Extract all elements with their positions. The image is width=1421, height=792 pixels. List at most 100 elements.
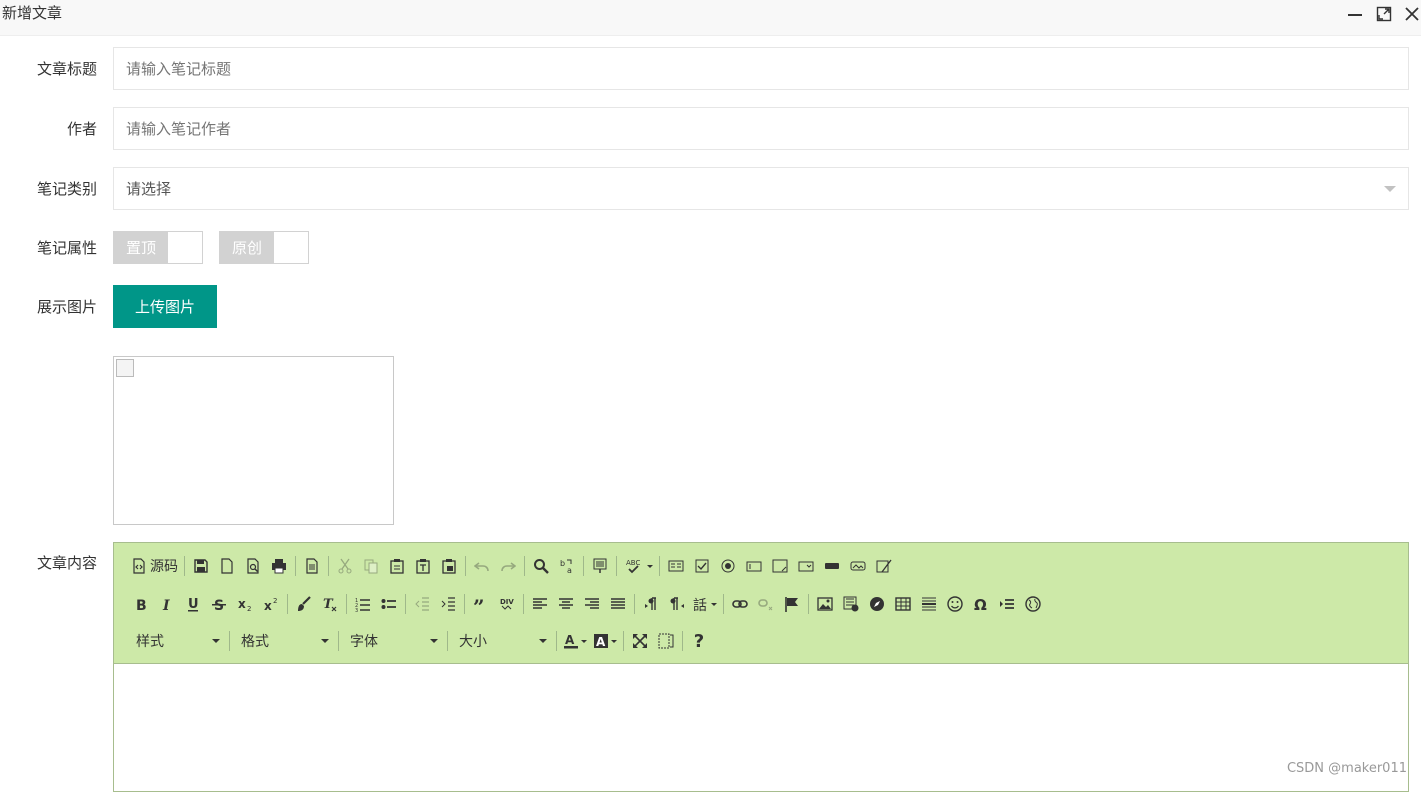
watermark: CSDN @maker011 (1286, 761, 1407, 776)
maximize-editor-button[interactable] (627, 629, 653, 653)
close-button[interactable] (1402, 4, 1421, 24)
unlink-icon (758, 599, 773, 611)
indent-button[interactable] (435, 592, 461, 616)
text-field-button[interactable] (741, 554, 767, 578)
smiley-button[interactable] (942, 592, 968, 616)
templates-button[interactable] (299, 554, 325, 578)
paste-text-button[interactable] (410, 554, 436, 578)
unlink-button[interactable] (753, 592, 779, 616)
chevron-down-icon (647, 564, 653, 568)
svg-text:x: x (264, 599, 272, 612)
align-right-button[interactable] (579, 592, 605, 616)
textarea-button[interactable] (767, 554, 793, 578)
page-break-button[interactable] (994, 592, 1020, 616)
checkbox-button[interactable] (689, 554, 715, 578)
title-input[interactable] (113, 47, 1409, 90)
background-color-button[interactable]: A (590, 629, 620, 653)
ltr-button[interactable] (638, 592, 664, 616)
source-button[interactable]: 源码 (128, 554, 181, 578)
html5-video-button[interactable] (864, 592, 890, 616)
omega-icon: Ω (974, 596, 987, 612)
bulleted-list-button[interactable] (376, 592, 402, 616)
editor-content-area[interactable] (114, 664, 1408, 791)
justify-button[interactable] (605, 592, 631, 616)
new-page-button[interactable] (214, 554, 240, 578)
select-all-button[interactable] (587, 554, 613, 578)
div-container-button[interactable]: DIV (494, 592, 520, 616)
hidden-field-button[interactable] (871, 554, 897, 578)
italic-button[interactable]: I (154, 592, 180, 616)
radio-button[interactable] (715, 554, 741, 578)
minimize-button[interactable] (1345, 4, 1365, 24)
pin-top-switch[interactable]: 置顶 (113, 231, 203, 264)
text-color-button[interactable]: A (560, 629, 590, 653)
author-input[interactable] (113, 107, 1409, 150)
replace-button[interactable]: ba (554, 554, 580, 578)
subscript-button[interactable]: x2 (232, 592, 258, 616)
anchor-button[interactable] (779, 592, 805, 616)
copy-format-button[interactable] (291, 592, 317, 616)
save-button[interactable] (188, 554, 214, 578)
preview-button[interactable] (240, 554, 266, 578)
superscript-button[interactable]: x2 (258, 592, 284, 616)
copy-button[interactable] (358, 554, 384, 578)
outdent-button[interactable] (409, 592, 435, 616)
original-switch-label: 原创 (220, 232, 274, 263)
image-preview (113, 356, 394, 525)
hidden-field-icon (876, 559, 892, 573)
maximize-button[interactable] (1374, 4, 1394, 24)
original-switch[interactable]: 原创 (219, 231, 309, 264)
paste-button[interactable] (384, 554, 410, 578)
size-dropdown[interactable]: 大小 (451, 629, 553, 653)
rtl-button[interactable] (664, 592, 690, 616)
dialog-title: 新增文章 (2, 4, 63, 22)
paste-word-button[interactable] (436, 554, 462, 578)
table-button[interactable] (890, 592, 916, 616)
blockquote-button[interactable]: ” (468, 592, 494, 616)
upload-image-button[interactable]: 上传图片 (113, 285, 217, 328)
spellcheck-button[interactable]: ABC (620, 554, 656, 578)
align-center-button[interactable] (553, 592, 579, 616)
image-button-field-button[interactable] (845, 554, 871, 578)
iframe-button[interactable] (1020, 592, 1046, 616)
horizontal-rule-button[interactable] (916, 592, 942, 616)
about-button[interactable]: ? (686, 629, 712, 653)
find-button[interactable] (528, 554, 554, 578)
select-field-button[interactable] (793, 554, 819, 578)
show-blocks-button[interactable] (653, 629, 679, 653)
align-left-button[interactable] (527, 592, 553, 616)
underline-button[interactable]: U (180, 592, 206, 616)
flash-button[interactable] (838, 592, 864, 616)
bold-button[interactable]: B (128, 592, 154, 616)
styles-dropdown[interactable]: 样式 (128, 629, 226, 653)
editor-toolbar: 源码 ba ABC B I U S x 2 x 2 T 1 2 3 ” DIV … (114, 543, 1408, 664)
language-button[interactable]: 話 (690, 592, 720, 616)
page-break-icon (1000, 599, 1014, 609)
checkbox-icon (695, 559, 709, 573)
undo-button[interactable] (469, 554, 495, 578)
font-dropdown[interactable]: 字体 (342, 629, 444, 653)
svg-text:b: b (560, 559, 565, 568)
remove-format-button[interactable]: T (317, 592, 343, 616)
paste-word-icon (442, 559, 456, 574)
print-button[interactable] (266, 554, 292, 578)
strikethrough-button[interactable]: S (206, 592, 232, 616)
outdent-icon (415, 597, 429, 611)
category-select[interactable]: 请选择 (113, 167, 1409, 210)
numbered-list-button[interactable]: 123 (350, 592, 376, 616)
form-button[interactable] (663, 554, 689, 578)
special-char-button[interactable]: Ω (968, 592, 994, 616)
language-icon: 話 (693, 597, 707, 612)
format-dropdown[interactable]: 格式 (233, 629, 335, 653)
cut-button[interactable] (332, 554, 358, 578)
toolbar-separator (405, 594, 406, 614)
chevron-down-icon (581, 639, 587, 643)
redo-button[interactable] (495, 554, 521, 578)
chevron-down-icon (430, 639, 438, 643)
pin-top-switch-label: 置顶 (114, 232, 168, 263)
link-button[interactable] (727, 592, 753, 616)
link-icon (732, 600, 748, 608)
button-field-button[interactable] (819, 554, 845, 578)
image-button[interactable] (812, 592, 838, 616)
chevron-down-icon (212, 639, 220, 643)
